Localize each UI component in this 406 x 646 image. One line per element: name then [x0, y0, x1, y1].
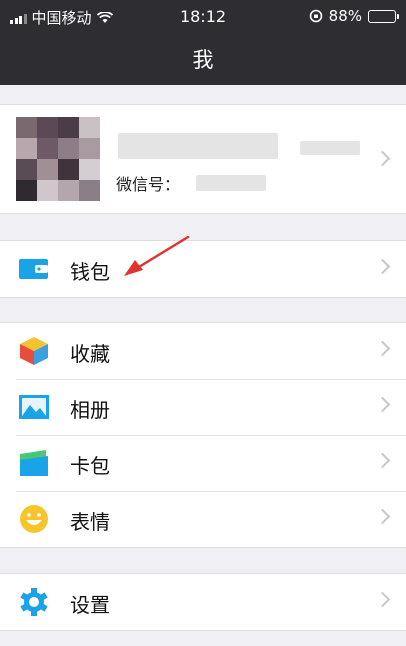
battery-icon [368, 9, 399, 23]
chevron-right-icon [374, 396, 391, 413]
chevron-right-icon [374, 591, 391, 608]
profile-card[interactable]: 微信号： [0, 104, 406, 214]
card-wallet-icon [20, 450, 48, 476]
album-photo-icon [19, 395, 49, 419]
chevron-right-icon [374, 508, 391, 525]
menu-label-favorites: 收藏 [70, 342, 110, 366]
menu-label-cards: 卡包 [70, 454, 110, 478]
chevron-right-icon [374, 452, 391, 469]
status-right: 88% [309, 7, 399, 25]
orientation-lock-icon [309, 9, 322, 23]
wechat-id-label: 微信号： [116, 175, 181, 194]
status-bar: 中国移动 18:12 88% [0, 0, 406, 32]
menu-label-stickers: 表情 [70, 510, 110, 534]
avatar[interactable] [16, 117, 100, 201]
chevron-right-icon [374, 150, 391, 167]
tools-group: 收藏 相册 卡包 表情 [0, 322, 406, 548]
menu-item-favorites[interactable]: 收藏 [0, 323, 406, 379]
menu-item-album[interactable]: 相册 [0, 379, 406, 435]
nickname-redacted-fragment [300, 141, 360, 155]
settings-gear-icon [20, 588, 48, 616]
page-title: 我 [192, 48, 214, 72]
wechat-id-redacted [196, 175, 266, 191]
chevron-right-icon [374, 258, 391, 275]
emoji-smiley-icon [20, 505, 48, 533]
chevron-right-icon [374, 340, 391, 357]
nickname-redacted [118, 133, 278, 159]
wallet-icon [19, 259, 48, 279]
red-arrow-annotation [124, 235, 190, 276]
menu-item-wallet[interactable]: 钱包 [0, 241, 406, 297]
menu-item-stickers[interactable]: 表情 [0, 491, 406, 547]
menu-item-settings[interactable]: 设置 [0, 574, 406, 630]
wallet-group: 钱包 [0, 240, 406, 298]
menu-item-cards[interactable]: 卡包 [0, 435, 406, 491]
top-bar: 中国移动 18:12 88% 我 [0, 0, 406, 85]
menu-label-album: 相册 [70, 398, 110, 422]
battery-percent: 88% [328, 7, 362, 25]
menu-label-settings: 设置 [70, 593, 110, 617]
settings-group: 设置 [0, 573, 406, 631]
menu-label-wallet: 钱包 [70, 260, 110, 284]
favorites-cube-icon [20, 337, 48, 365]
